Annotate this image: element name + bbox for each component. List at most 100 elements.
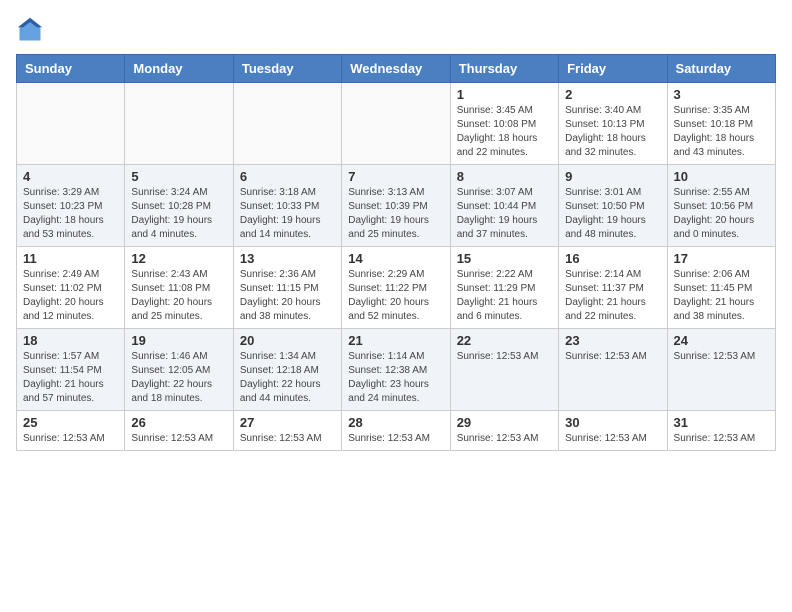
day-info: Sunrise: 12:53 AM — [457, 432, 552, 446]
calendar-table: SundayMondayTuesdayWednesdayThursdayFrid… — [16, 54, 776, 451]
day-number: 26 — [131, 415, 226, 430]
day-info: Sunrise: 1:14 AM Sunset: 12:38 AM Daylig… — [348, 350, 443, 406]
day-info: Sunrise: 3:29 AM Sunset: 10:23 PM Daylig… — [23, 186, 118, 242]
day-info: Sunrise: 12:53 AM — [674, 432, 769, 446]
calendar-day-cell: 30Sunrise: 12:53 AM — [559, 411, 667, 451]
day-info: Sunrise: 3:24 AM Sunset: 10:28 PM Daylig… — [131, 186, 226, 242]
day-info: Sunrise: 3:01 AM Sunset: 10:50 PM Daylig… — [565, 186, 660, 242]
day-number: 14 — [348, 251, 443, 266]
day-info: Sunrise: 2:22 AM Sunset: 11:29 PM Daylig… — [457, 268, 552, 324]
day-number: 3 — [674, 87, 769, 102]
calendar-day-cell: 31 Sunrise: 12:53 AM — [667, 411, 775, 451]
day-info: Sunrise: 1:57 AM Sunset: 11:54 PM Daylig… — [23, 350, 118, 406]
day-number: 6 — [240, 169, 335, 184]
calendar-day-cell: 29 Sunrise: 12:53 AM — [450, 411, 558, 451]
calendar-day-cell — [17, 83, 125, 165]
day-info: Sunrise: 12:53 AM — [457, 350, 552, 364]
day-info: Sunrise: 12:53 AM — [565, 432, 660, 446]
calendar-day-cell: 3 Sunrise: 3:35 AM Sunset: 10:18 PM Dayli… — [667, 83, 775, 165]
calendar-day-cell: 12 Sunrise: 2:43 AM Sunset: 11:08 PM Dayl… — [125, 247, 233, 329]
calendar-day-cell: 13 Sunrise: 2:36 AM Sunset: 11:15 PM Dayl… — [233, 247, 341, 329]
day-number: 22 — [457, 333, 552, 348]
day-info: Sunrise: 12:53 AM — [674, 350, 769, 364]
day-number: 7 — [348, 169, 443, 184]
weekday-header-tuesday: Tuesday — [233, 55, 341, 83]
day-number: 29 — [457, 415, 552, 430]
day-number: 24 — [674, 333, 769, 348]
calendar-week-row: 18Sunrise: 1:57 AM Sunset: 11:54 PM Dayl… — [17, 329, 776, 411]
day-info: Sunrise: 3:35 AM Sunset: 10:18 PM Daylig… — [674, 104, 769, 160]
weekday-header-monday: Monday — [125, 55, 233, 83]
day-number: 13 — [240, 251, 335, 266]
day-number: 19 — [131, 333, 226, 348]
calendar-day-cell: 21Sunrise: 1:14 AM Sunset: 12:38 AM Dayl… — [342, 329, 450, 411]
calendar-header-row: SundayMondayTuesdayWednesdayThursdayFrid… — [17, 55, 776, 83]
day-number: 12 — [131, 251, 226, 266]
weekday-header-wednesday: Wednesday — [342, 55, 450, 83]
logo — [16, 16, 48, 44]
weekday-header-sunday: Sunday — [17, 55, 125, 83]
calendar-week-row: 25Sunrise: 12:53 AM26Sunrise: 12:53 AM27… — [17, 411, 776, 451]
day-number: 9 — [565, 169, 660, 184]
calendar-week-row: 4 Sunrise: 3:29 AM Sunset: 10:23 PM Dayli… — [17, 165, 776, 247]
calendar-day-cell: 14 Sunrise: 2:29 AM Sunset: 11:22 PM Dayl… — [342, 247, 450, 329]
day-info: Sunrise: 2:36 AM Sunset: 11:15 PM Daylig… — [240, 268, 335, 324]
calendar-day-cell: 18Sunrise: 1:57 AM Sunset: 11:54 PM Dayl… — [17, 329, 125, 411]
day-number: 28 — [348, 415, 443, 430]
day-number: 11 — [23, 251, 118, 266]
day-number: 4 — [23, 169, 118, 184]
weekday-header-thursday: Thursday — [450, 55, 558, 83]
calendar-day-cell — [342, 83, 450, 165]
calendar-week-row: 1 Sunrise: 3:45 AM Sunset: 10:08 PM Dayli… — [17, 83, 776, 165]
day-info: Sunrise: 1:46 AM Sunset: 12:05 AM Daylig… — [131, 350, 226, 406]
calendar-day-cell: 26Sunrise: 12:53 AM — [125, 411, 233, 451]
day-info: Sunrise: 3:45 AM Sunset: 10:08 PM Daylig… — [457, 104, 552, 160]
calendar-day-cell: 23 Sunrise: 12:53 AM — [559, 329, 667, 411]
day-info: Sunrise: 2:43 AM Sunset: 11:08 PM Daylig… — [131, 268, 226, 324]
calendar-day-cell: 27 Sunrise: 12:53 AM — [233, 411, 341, 451]
day-info: Sunrise: 2:29 AM Sunset: 11:22 PM Daylig… — [348, 268, 443, 324]
day-info: Sunrise: 2:55 AM Sunset: 10:56 PM Daylig… — [674, 186, 769, 242]
calendar-day-cell: 22 Sunrise: 12:53 AM — [450, 329, 558, 411]
calendar-day-cell: 7 Sunrise: 3:13 AM Sunset: 10:39 PM Dayli… — [342, 165, 450, 247]
day-number: 2 — [565, 87, 660, 102]
calendar-day-cell: 1 Sunrise: 3:45 AM Sunset: 10:08 PM Dayli… — [450, 83, 558, 165]
calendar-day-cell: 9 Sunrise: 3:01 AM Sunset: 10:50 PM Dayli… — [559, 165, 667, 247]
calendar-day-cell: 15 Sunrise: 2:22 AM Sunset: 11:29 PM Dayl… — [450, 247, 558, 329]
day-number: 25 — [23, 415, 118, 430]
day-info: Sunrise: 12:53 AM — [565, 350, 660, 364]
day-number: 8 — [457, 169, 552, 184]
day-number: 1 — [457, 87, 552, 102]
day-info: Sunrise: 2:14 AM Sunset: 11:37 PM Daylig… — [565, 268, 660, 324]
weekday-header-friday: Friday — [559, 55, 667, 83]
calendar-day-cell: 10Sunrise: 2:55 AM Sunset: 10:56 PM Dayl… — [667, 165, 775, 247]
calendar-day-cell: 19 Sunrise: 1:46 AM Sunset: 12:05 AM Dayl… — [125, 329, 233, 411]
day-number: 16 — [565, 251, 660, 266]
day-number: 31 — [674, 415, 769, 430]
day-info: Sunrise: 12:53 AM — [348, 432, 443, 446]
day-info: Sunrise: 3:13 AM Sunset: 10:39 PM Daylig… — [348, 186, 443, 242]
day-info: Sunrise: 12:53 AM — [23, 432, 118, 446]
day-number: 23 — [565, 333, 660, 348]
calendar-day-cell: 24 Sunrise: 12:53 AM — [667, 329, 775, 411]
day-number: 27 — [240, 415, 335, 430]
calendar-day-cell: 17 Sunrise: 2:06 AM Sunset: 11:45 PM Dayl… — [667, 247, 775, 329]
calendar-day-cell: 25 Sunrise: 12:53 AM — [17, 411, 125, 451]
calendar-day-cell: 5Sunrise: 3:24 AM Sunset: 10:28 PM Dayli… — [125, 165, 233, 247]
weekday-header-saturday: Saturday — [667, 55, 775, 83]
day-number: 17 — [674, 251, 769, 266]
calendar-day-cell: 28 Sunrise: 12:53 AM — [342, 411, 450, 451]
calendar-day-cell: 20Sunrise: 1:34 AM Sunset: 12:18 AM Dayl… — [233, 329, 341, 411]
day-info: Sunrise: 2:06 AM Sunset: 11:45 PM Daylig… — [674, 268, 769, 324]
calendar-day-cell: 8 Sunrise: 3:07 AM Sunset: 10:44 PM Dayli… — [450, 165, 558, 247]
day-number: 15 — [457, 251, 552, 266]
calendar-day-cell: 16 Sunrise: 2:14 AM Sunset: 11:37 PM Dayl… — [559, 247, 667, 329]
day-info: Sunrise: 3:07 AM Sunset: 10:44 PM Daylig… — [457, 186, 552, 242]
calendar-day-cell: 4 Sunrise: 3:29 AM Sunset: 10:23 PM Dayli… — [17, 165, 125, 247]
calendar-day-cell: 11 Sunrise: 2:49 AM Sunset: 11:02 PM Dayl… — [17, 247, 125, 329]
day-number: 20 — [240, 333, 335, 348]
calendar-day-cell: 6Sunrise: 3:18 AM Sunset: 10:33 PM Dayli… — [233, 165, 341, 247]
day-info: Sunrise: 2:49 AM Sunset: 11:02 PM Daylig… — [23, 268, 118, 324]
day-info: Sunrise: 3:40 AM Sunset: 10:13 PM Daylig… — [565, 104, 660, 160]
day-info: Sunrise: 12:53 AM — [240, 432, 335, 446]
